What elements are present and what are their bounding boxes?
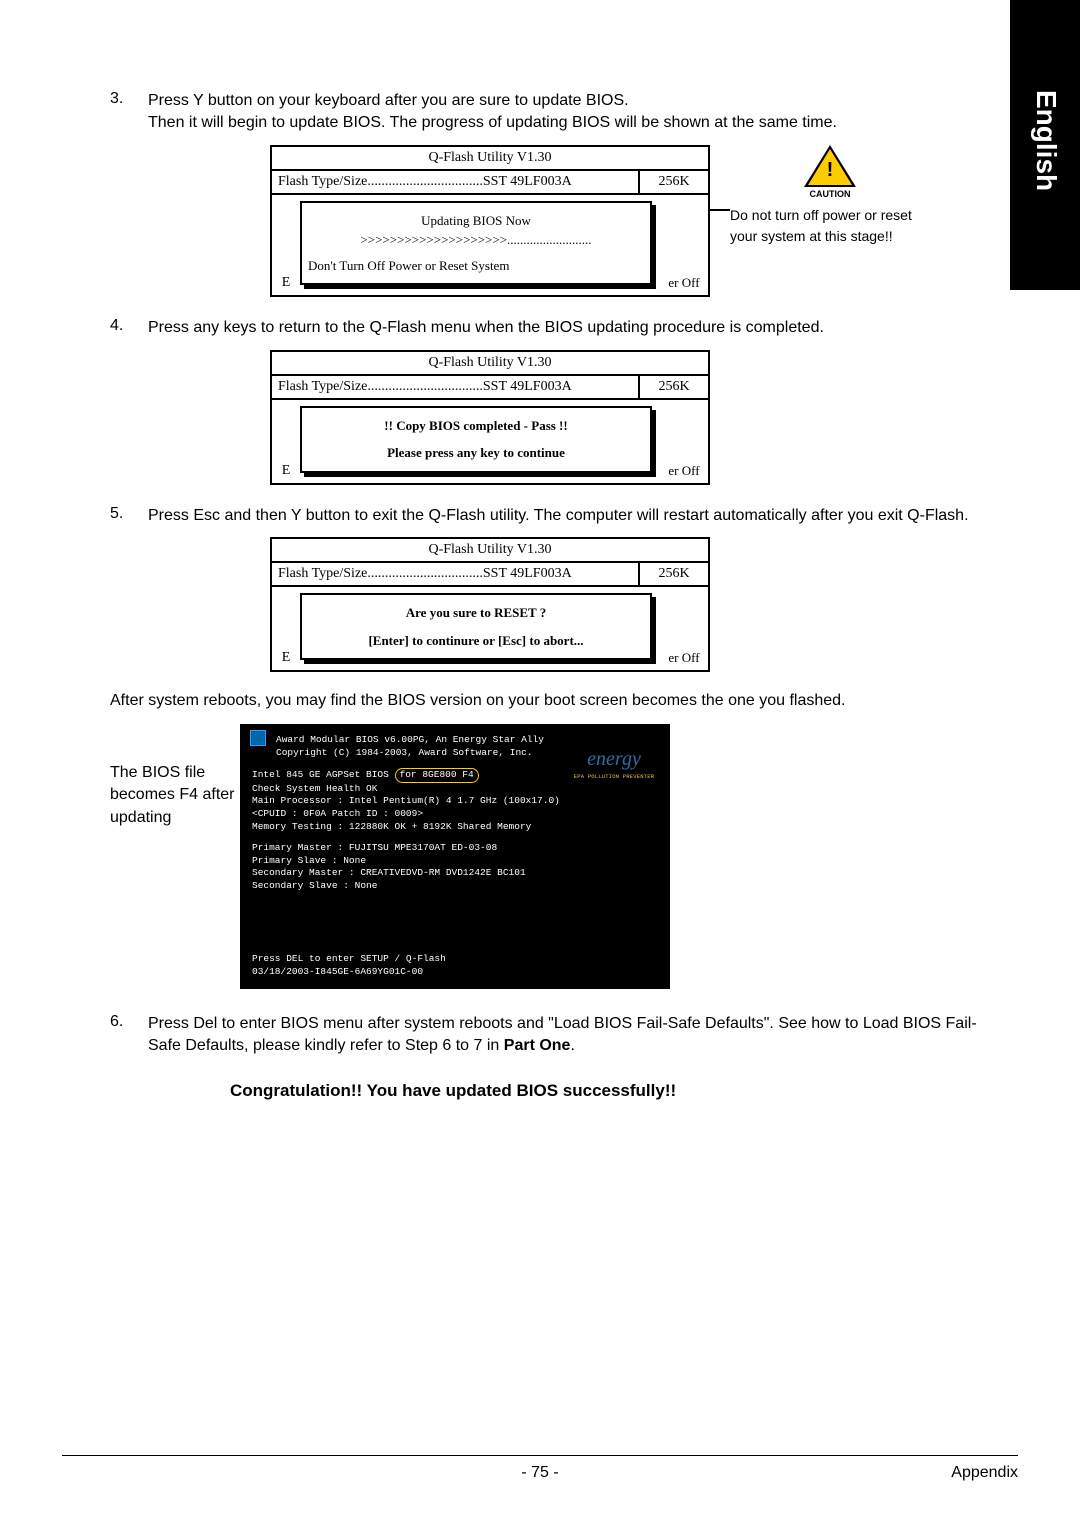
qflash-e-label: E [272,195,300,296]
qflash-title: Q-Flash Utility V1.30 [272,147,708,171]
qflash-body: E Updating BIOS Now >>>>>>>>>>>>>>>>>>>>… [272,195,708,296]
footer-section: Appendix [951,1464,1018,1482]
flash-type-text: Flash Type/Size.........................… [272,376,638,398]
step-number: 6. [110,1013,148,1058]
bios-bottom: Press DEL to enter SETUP / Q-Flash 03/18… [252,953,660,979]
bios-bottom-1: Press DEL to enter SETUP / Q-Flash [252,953,446,964]
step-number: 3. [110,90,148,135]
congratulations-text: Congratulation!! You have updated BIOS s… [230,1081,990,1101]
step-3-line1: Press Y button on your keyboard after yo… [148,92,629,109]
qflash-flash-row: Flash Type/Size.........................… [272,563,708,587]
step-number: 5. [110,505,148,527]
flash-size-text: 256K [638,171,708,193]
energy-sub-text: EPA POLLUTION PREVENTER [572,773,656,780]
energy-star-logo: energy EPA POLLUTION PREVENTER [572,746,656,780]
bios-line-8: Secondary Master : CREATIVEDVD-RM DVD124… [252,867,526,878]
flash-size-text: 256K [638,376,708,398]
energy-text: energy [572,746,656,773]
qflash-off-label: er Off [660,400,708,483]
step-5: 5. Press Esc and then Y button to exit t… [110,505,990,527]
award-logo-icon [250,730,266,746]
qflash-off-label: er Off [660,587,708,670]
bios-line-7: Primary Slave : None [252,855,366,866]
connector-line [710,209,730,211]
qflash-box-2: Q-Flash Utility V1.30 Flash Type/Size...… [270,350,710,485]
after-reboot-text: After system reboots, you may find the B… [110,692,990,710]
step-3-line2: Then it will begin to update BIOS. The p… [148,114,837,131]
bios-note-text: The BIOS file becomes F4 after updating [110,724,240,829]
bios-line-4: <CPUID : 0F0A Patch ID : 0009> [252,808,423,819]
qflash-box-1: Q-Flash Utility V1.30 Flash Type/Size...… [270,145,710,298]
qflash-box-3: Q-Flash Utility V1.30 Flash Type/Size...… [270,537,710,672]
step-text: Press Del to enter BIOS menu after syste… [148,1013,990,1058]
updating-line: Updating BIOS Now [308,211,644,231]
flash-type-text: Flash Type/Size.........................… [272,171,638,193]
page-number: - 75 - [521,1464,558,1482]
qflash-flash-row: Flash Type/Size.........................… [272,376,708,400]
step-6: 6. Press Del to enter BIOS menu after sy… [110,1013,990,1058]
bios-line-1a: Intel 845 GE AGPSet BIOS [252,769,395,780]
bios-bottom-2: 03/18/2003-I845GE-6A69YG01C-00 [252,966,423,977]
part-one-bold: Part One [504,1037,571,1054]
qflash-inner-2: !! Copy BIOS completed - Pass !! Please … [300,406,652,473]
bios-line-6: Primary Master : FUJITSU MPE3170AT ED-03… [252,842,497,853]
step-6-period: . [570,1037,574,1054]
step-text: Press Esc and then Y button to exit the … [148,505,990,527]
step-text: Press any keys to return to the Q-Flash … [148,317,990,339]
bios-version-highlight: for 8GE800 F4 [395,768,479,783]
qflash-inner-1: Updating BIOS Now >>>>>>>>>>>>>>>>>>>>..… [300,201,652,286]
page-content: 3. Press Y button on your keyboard after… [110,90,990,1101]
caution-text: Do not turn off power or reset your syst… [730,205,930,247]
caution-box: ! CAUTION Do not turn off power or reset… [730,145,930,247]
bios-screenshot-wrap: The BIOS file becomes F4 after updating … [110,724,990,989]
bios-block-2: Primary Master : FUJITSU MPE3170AT ED-03… [252,842,660,893]
step-text: Press Y button on your keyboard after yo… [148,90,990,135]
bios-line-3: Main Processor : Intel Pentium(R) 4 1.7 … [252,795,560,806]
qflash-e-label: E [272,400,300,483]
copy-complete-line: !! Copy BIOS completed - Pass !! [308,416,644,436]
bios-line-9: Secondary Slave : None [252,880,377,891]
press-key-line: Please press any key to continue [308,443,644,463]
qflash-inner-3: Are you sure to RESET ? [Enter] to conti… [300,593,652,660]
flash-type-text: Flash Type/Size.........................… [272,563,638,585]
caution-icon: ! [804,145,856,187]
flash-size-text: 256K [638,563,708,585]
qflash-title: Q-Flash Utility V1.30 [272,539,708,563]
enter-esc-line: [Enter] to continure or [Esc] to abort..… [308,631,644,651]
step-4: 4. Press any keys to return to the Q-Fla… [110,317,990,339]
caution-label: CAUTION [730,189,930,199]
warning-line: Don't Turn Off Power or Reset System [308,256,644,276]
bios-line-5: Memory Testing : 122880K OK + 8192K Shar… [252,821,531,832]
step-number: 4. [110,317,148,339]
qflash-body: E Are you sure to RESET ? [Enter] to con… [272,587,708,670]
bios-boot-screen: Award Modular BIOS v6.00PG, An Energy St… [240,724,670,989]
qflash-body: E !! Copy BIOS completed - Pass !! Pleas… [272,400,708,483]
progress-line: >>>>>>>>>>>>>>>>>>>>....................… [308,230,644,250]
language-tab: English [1010,0,1080,290]
qflash-off-label: er Off [660,195,708,296]
qflash-e-label: E [272,587,300,670]
bios-line-2: Check System Health OK [252,783,377,794]
qflash-title: Q-Flash Utility V1.30 [272,352,708,376]
page-footer: - 75 - Appendix [62,1455,1018,1482]
qflash-flash-row: Flash Type/Size.........................… [272,171,708,195]
reset-question-line: Are you sure to RESET ? [308,603,644,623]
step-3: 3. Press Y button on your keyboard after… [110,90,990,135]
step3-figure-wrap: Q-Flash Utility V1.30 Flash Type/Size...… [110,145,990,298]
bios-header-1: Award Modular BIOS v6.00PG, An Energy St… [276,734,660,747]
